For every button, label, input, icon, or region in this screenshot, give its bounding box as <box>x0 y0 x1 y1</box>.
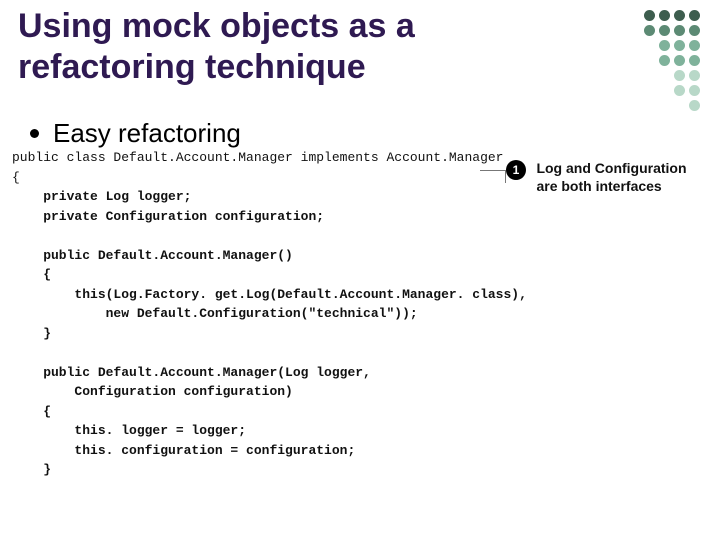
title-line-2: refactoring technique <box>18 48 366 86</box>
title-line-1: Using mock objects as a <box>18 7 415 45</box>
code-line: { <box>12 170 20 185</box>
code-line: Configuration configuration) <box>12 384 293 399</box>
corner-dot-decoration <box>640 10 700 115</box>
code-line: } <box>12 326 51 341</box>
code-line: public class Default.Account.Manager imp… <box>12 150 503 165</box>
code-line: new Default.Configuration("technical")); <box>12 306 418 321</box>
code-line: this(Log.Factory. get.Log(Default.Accoun… <box>12 287 527 302</box>
callout-1: 1 Log and Configuration are both interfa… <box>506 160 706 195</box>
bullet-icon <box>30 129 39 138</box>
code-line: { <box>12 404 51 419</box>
callout-text: Log and Configuration are both interface… <box>536 160 706 195</box>
code-line: this. logger = logger; <box>12 423 246 438</box>
code-line: private Configuration configuration; <box>12 209 324 224</box>
code-block: public class Default.Account.Manager imp… <box>12 148 492 480</box>
slide-title: Using mock objects as a refactoring tech… <box>18 6 538 88</box>
code-line: public Default.Account.Manager(Log logge… <box>12 365 371 380</box>
code-line: public Default.Account.Manager() <box>12 248 293 263</box>
bullet-item: Easy refactoring <box>30 118 241 149</box>
code-line: this. configuration = configuration; <box>12 443 355 458</box>
callout-number-badge: 1 <box>506 160 526 180</box>
code-line: { <box>12 267 51 282</box>
slide: Using mock objects as a refactoring tech… <box>0 0 720 540</box>
callout-connector <box>480 170 506 171</box>
code-line: private Log logger; <box>12 189 191 204</box>
bullet-text: Easy refactoring <box>53 118 241 149</box>
code-line: } <box>12 462 51 477</box>
